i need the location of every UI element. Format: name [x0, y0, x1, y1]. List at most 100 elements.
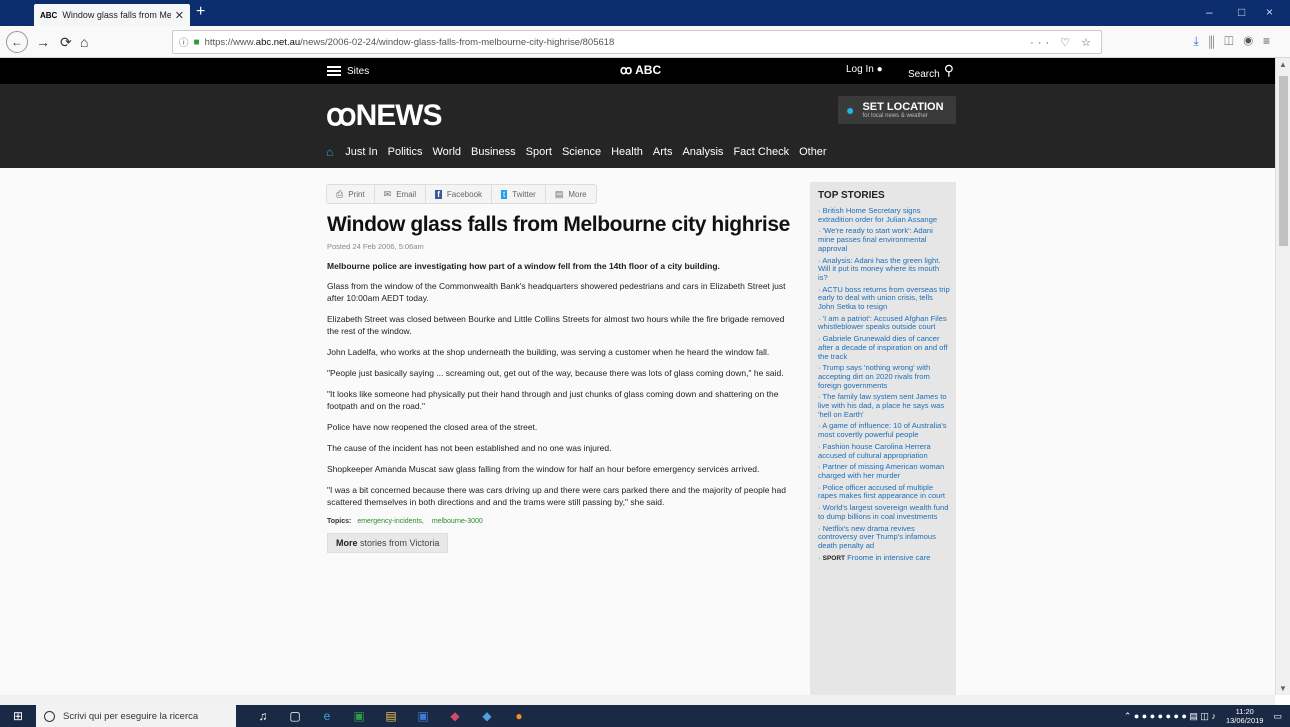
close-window-icon[interactable]: ×	[1266, 5, 1273, 19]
print-label: Print	[348, 189, 365, 199]
vertical-scrollbar[interactable]: ▲ ▼	[1275, 58, 1290, 695]
top-story-link[interactable]: · The family law system sent James to li…	[818, 392, 950, 419]
twitter-label: Twitter	[512, 189, 536, 199]
article-headline: Window glass falls from Melbourne city h…	[327, 213, 790, 236]
clock[interactable]: 11:20 13/06/2019	[1226, 707, 1264, 725]
top-story-link[interactable]: · Partner of missing American woman char…	[818, 462, 950, 480]
url-prefix: https://www.	[204, 36, 256, 48]
article-paragraph: The cause of the incident has not been e…	[327, 443, 612, 453]
info-icon[interactable]: ⓘ	[179, 35, 189, 49]
extension-icon[interactable]: ◉	[1243, 34, 1263, 48]
set-location-sublabel: for local news & weather	[862, 113, 928, 119]
taskbar-apps: ♫ ▢ e ▣ ▤ ▣ ◆ ◆ ●	[254, 709, 528, 723]
sidebar-icon[interactable]: ◫	[1224, 34, 1243, 48]
tray-icons[interactable]: ⌃ ● ● ● ● ● ● ● ▤ ◫ ♪	[1124, 711, 1216, 722]
clock-time: 11:20	[1235, 707, 1254, 716]
close-tab-icon[interactable]: ✕	[175, 9, 184, 22]
search-icon: ⚲	[943, 62, 954, 78]
top-story-link[interactable]: · Trump says 'nothing wrong' with accept…	[818, 363, 950, 390]
top-story-link[interactable]: · SPORT Froome in intensive care	[818, 553, 950, 564]
nav-item-business[interactable]: Business	[471, 146, 516, 158]
url-path: /news/2006-02-24/window-glass-falls-from…	[300, 36, 615, 48]
word-icon[interactable]: ▣	[414, 709, 432, 723]
windows-start-icon[interactable]: ⊞	[0, 709, 36, 723]
app-icon[interactable]: ◆	[478, 709, 496, 723]
top-story-link[interactable]: · Police officer accused of multiple rap…	[818, 483, 950, 501]
download-icon[interactable]: ⤓	[1194, 34, 1209, 48]
nav-item-analysis[interactable]: Analysis	[682, 146, 723, 158]
reload-icon[interactable]: ⟳	[60, 34, 72, 51]
nav-item-just-in[interactable]: Just In	[345, 146, 377, 158]
story-section-label: SPORT	[822, 554, 846, 562]
top-story-link[interactable]: · Fashion house Carolina Herrera accused…	[818, 442, 950, 460]
nav-item-health[interactable]: Health	[611, 146, 643, 158]
url-host: abc.net.au	[255, 36, 301, 48]
top-story-link[interactable]: · 'I am a patriot': Accused Afghan Files…	[818, 314, 950, 332]
email-label: Email	[396, 189, 417, 199]
minimize-icon[interactable]: –	[1206, 5, 1213, 19]
browser-tab[interactable]: ABC Window glass falls from Melbo ✕	[34, 4, 190, 26]
top-story-link[interactable]: · 'We're ready to start work': Adani min…	[818, 227, 950, 253]
top-story-link[interactable]: · Netflix's new drama revives controvers…	[818, 524, 950, 551]
facebook-label: Facebook	[446, 189, 483, 199]
scroll-down-icon[interactable]: ▼	[1279, 684, 1287, 693]
abc-logo-mark-icon: ꝏ	[620, 63, 633, 77]
menu-icon[interactable]: ≡	[1263, 34, 1280, 48]
nav-item-politics[interactable]: Politics	[388, 146, 423, 158]
search-link[interactable]: Search ⚲	[908, 62, 954, 81]
top-story-link[interactable]: · A game of influence: 10 of Australia's…	[818, 422, 950, 440]
nav-home-icon[interactable]: ⌂	[326, 145, 333, 159]
app-icon[interactable]: ◆	[446, 709, 464, 723]
scroll-up-icon[interactable]: ▲	[1279, 60, 1287, 69]
home-icon[interactable]: ⌂	[80, 34, 88, 50]
envelope-icon: ✉	[383, 188, 392, 199]
more-stories-rest: stories from Victoria	[357, 538, 440, 548]
nav-item-fact-check[interactable]: Fact Check	[733, 146, 789, 158]
sites-menu[interactable]: Sites	[327, 64, 369, 78]
forward-icon[interactable]: →	[36, 34, 50, 50]
twitter-button[interactable]: t Twitter	[492, 185, 546, 203]
horizontal-scrollbar[interactable]	[0, 695, 1275, 705]
explorer-icon[interactable]: ▤	[382, 709, 400, 723]
edge-icon[interactable]: e	[318, 709, 336, 723]
back-button[interactable]: ←	[6, 31, 28, 53]
maximize-icon[interactable]: □	[1238, 5, 1245, 19]
article-paragraph: John Ladelfa, who works at the shop unde…	[327, 347, 770, 357]
notification-icon[interactable]: ▭	[1273, 711, 1282, 722]
more-share-button[interactable]: ▤ More	[546, 185, 596, 203]
page-actions-icon[interactable]: ··· ♡ ☆	[1030, 36, 1095, 49]
nav-item-other[interactable]: Other	[799, 146, 827, 158]
nav-item-world[interactable]: World	[433, 146, 462, 158]
more-stories-button[interactable]: More stories from Victoria	[327, 533, 449, 553]
nav-item-arts[interactable]: Arts	[653, 146, 673, 158]
mic-icon[interactable]: ♫	[254, 709, 272, 723]
nav-item-sport[interactable]: Sport	[526, 146, 552, 158]
top-story-link[interactable]: · World's largest sovereign wealth fund …	[818, 503, 950, 521]
excel-icon[interactable]: ▣	[350, 709, 368, 723]
taskbar-search-input[interactable]: Scrivi qui per eseguire la ricerca	[36, 705, 236, 727]
top-story-link[interactable]: · Gabriele Grunewald dies of cancer afte…	[818, 334, 950, 361]
abc-logo[interactable]: ꝏ ABC	[620, 63, 661, 77]
top-story-link[interactable]: · ACTU boss returns from overseas trip e…	[818, 285, 950, 312]
set-location-button[interactable]: ● SET LOCATION for local news & weather	[838, 96, 956, 124]
top-story-link[interactable]: · British Home Secretary signs extraditi…	[818, 206, 950, 224]
new-tab-icon[interactable]: +	[196, 3, 205, 21]
topic-link-emergency-incidents[interactable]: emergency-incidents,	[357, 518, 424, 525]
news-logo[interactable]: ꝏNEWS	[326, 98, 443, 133]
url-bar[interactable]: ⓘ ■ https://www. abc.net.au/news/2006-02-…	[172, 30, 1102, 54]
task-view-icon[interactable]: ▢	[286, 709, 304, 723]
facebook-button[interactable]: f Facebook	[426, 185, 493, 203]
topics: Topics: emergency-incidents, melbourne-3…	[327, 518, 792, 525]
print-button[interactable]: ⎙ Print	[327, 185, 375, 203]
library-icon[interactable]: ⫼	[1209, 34, 1225, 48]
sites-label: Sites	[347, 65, 370, 77]
email-button[interactable]: ✉ Email	[375, 185, 427, 203]
scrollbar-thumb[interactable]	[1279, 76, 1288, 246]
nav-item-science[interactable]: Science	[562, 146, 601, 158]
topic-link-melbourne-3000[interactable]: melbourne-3000	[432, 518, 483, 525]
top-story-link[interactable]: · Analysis: Adani has the green light. W…	[818, 256, 950, 283]
hamburger-icon	[327, 64, 341, 78]
toolbar-icons: ⤓⫼◫◉≡	[1194, 34, 1280, 49]
firefox-icon[interactable]: ●	[510, 709, 528, 723]
login-link[interactable]: Log In ●	[846, 64, 883, 75]
